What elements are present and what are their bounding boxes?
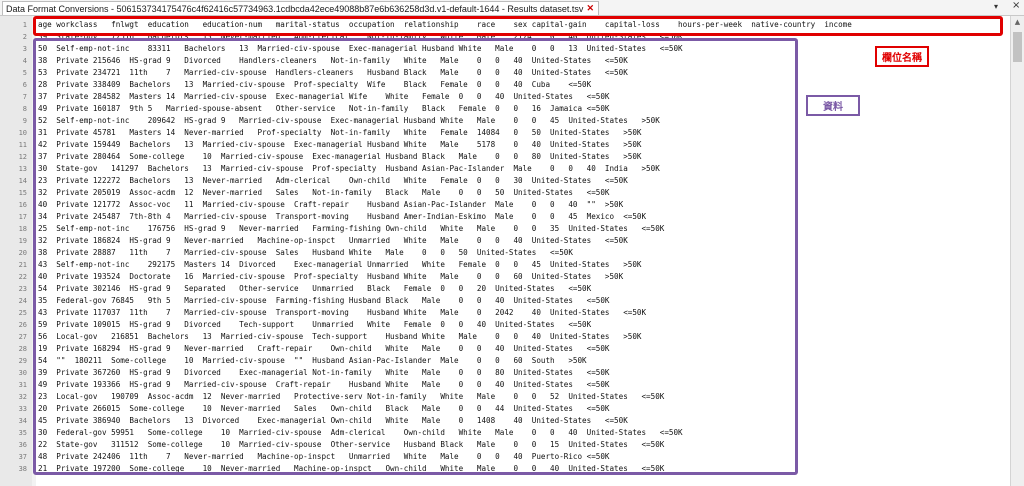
line-number: 32: [18, 393, 27, 401]
line-number: 31: [18, 381, 27, 389]
line-number: 17: [18, 213, 27, 221]
line-number: 10: [18, 129, 27, 137]
line-number: 38: [18, 465, 27, 473]
line-number: 25: [18, 309, 27, 317]
data-annotation-label: 資料: [806, 95, 860, 116]
vertical-scrollbar[interactable]: ▲: [1010, 16, 1024, 486]
line-number: 12: [18, 153, 27, 161]
line-number: 24: [18, 297, 27, 305]
line-number: 34: [18, 417, 27, 425]
line-number: 15: [18, 189, 27, 197]
line-number: 7: [22, 93, 27, 101]
scroll-up-arrow-icon[interactable]: ▲: [1011, 18, 1024, 26]
line-number: 36: [18, 441, 27, 449]
line-number: 14: [18, 177, 27, 185]
line-number: 27: [18, 333, 27, 341]
line-number: 19: [18, 237, 27, 245]
line-number: 9: [22, 117, 27, 125]
line-number: 11: [18, 141, 27, 149]
line-number: 5: [22, 69, 27, 77]
line-number: 8: [22, 105, 27, 113]
line-number: 33: [18, 405, 27, 413]
line-number: 28: [18, 345, 27, 353]
line-number: 30: [18, 369, 27, 377]
tab-list-dropdown-icon[interactable]: ▾: [994, 2, 998, 11]
file-tab[interactable]: Data Format Conversions - 50615373417547…: [2, 1, 599, 15]
header-highlight-box: [33, 16, 1003, 36]
line-number: 2: [22, 33, 27, 41]
line-number: 22: [18, 273, 27, 281]
file-tab-title: Data Format Conversions - 50615373417547…: [6, 3, 584, 14]
line-number: 23: [18, 285, 27, 293]
line-number: 16: [18, 201, 27, 209]
line-number: 13: [18, 165, 27, 173]
line-number: 37: [18, 453, 27, 461]
line-number: 6: [22, 81, 27, 89]
line-number: 26: [18, 321, 27, 329]
line-number: 1: [22, 21, 27, 29]
scrollbar-thumb[interactable]: [1013, 32, 1022, 62]
line-number: 35: [18, 429, 27, 437]
line-number: 20: [18, 249, 27, 257]
x-close-icon[interactable]: ✕: [586, 4, 594, 13]
line-number: 3: [22, 45, 27, 53]
tab-bar: Data Format Conversions - 50615373417547…: [0, 0, 1024, 16]
data-highlight-box: [33, 38, 798, 475]
line-number: 4: [22, 57, 27, 65]
line-number: 18: [18, 225, 27, 233]
window-close-icon[interactable]: ×: [1012, 0, 1020, 11]
header-annotation-label: 欄位名稱: [875, 46, 929, 67]
line-number: 29: [18, 357, 27, 365]
line-number: 21: [18, 261, 27, 269]
